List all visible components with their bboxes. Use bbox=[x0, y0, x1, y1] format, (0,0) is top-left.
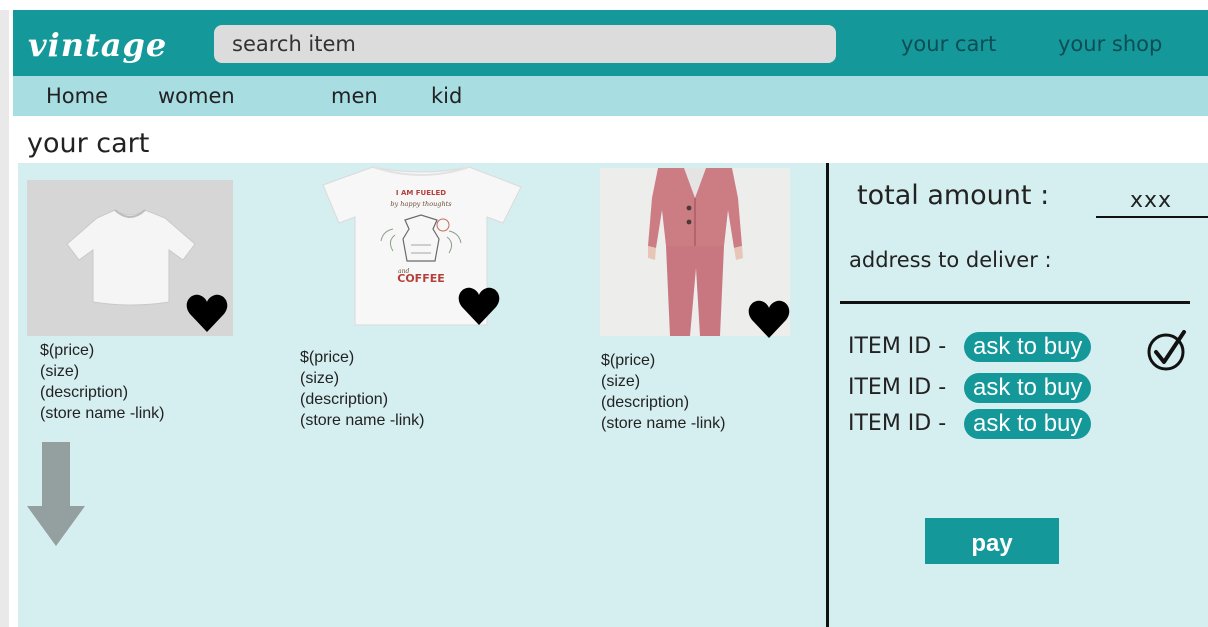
address-input-line[interactable] bbox=[840, 301, 1190, 304]
product-size: (size) bbox=[300, 370, 340, 387]
product-info-2: $(price) (size) (description) (store nam… bbox=[300, 347, 424, 431]
nav-home[interactable]: Home bbox=[46, 84, 108, 108]
header-bar: vintage your cart your shop bbox=[13, 10, 1208, 76]
category-nav: Home women men kid bbox=[13, 76, 1208, 116]
ask-to-buy-button-2[interactable]: ask to buy bbox=[964, 373, 1092, 403]
total-underline bbox=[1096, 216, 1208, 218]
shirt-text-thoughts: by happy thoughts bbox=[390, 200, 452, 208]
your-cart-link[interactable]: your cart bbox=[901, 32, 996, 56]
page-title: your cart bbox=[27, 128, 150, 159]
heart-icon[interactable] bbox=[747, 298, 791, 342]
product-price: $(price) bbox=[40, 342, 95, 359]
product-store-link[interactable]: (store name -link) bbox=[300, 410, 424, 431]
checkmark-icon[interactable] bbox=[1146, 330, 1188, 372]
product-description: (description) bbox=[601, 394, 690, 411]
pay-button[interactable]: pay bbox=[925, 518, 1059, 564]
search-input[interactable] bbox=[214, 25, 836, 63]
shirt-text-coffee: COFFEE bbox=[397, 272, 444, 285]
heart-icon[interactable] bbox=[457, 285, 501, 329]
panel-divider bbox=[826, 163, 829, 627]
logo[interactable]: vintage bbox=[28, 26, 167, 64]
product-info-1: $(price) (size) (description) (store nam… bbox=[40, 340, 164, 424]
ask-to-buy-button-3[interactable]: ask to buy bbox=[964, 409, 1092, 439]
product-price: $(price) bbox=[601, 352, 656, 369]
product-description: (description) bbox=[40, 384, 129, 401]
nav-women[interactable]: women bbox=[158, 84, 235, 108]
item-id-label-3: ITEM ID - bbox=[848, 411, 947, 436]
shirt-text-fueled: I AM FUELED bbox=[396, 189, 446, 197]
product-description: (description) bbox=[300, 391, 389, 408]
product-info-3: $(price) (size) (description) (store nam… bbox=[601, 350, 725, 434]
product-size: (size) bbox=[40, 363, 80, 380]
nav-men[interactable]: men bbox=[331, 84, 378, 108]
heart-icon[interactable] bbox=[185, 292, 229, 336]
down-arrow-icon[interactable] bbox=[27, 442, 85, 546]
product-store-link[interactable]: (store name -link) bbox=[40, 403, 164, 424]
product-price: $(price) bbox=[300, 349, 355, 366]
item-id-label-2: ITEM ID - bbox=[848, 375, 947, 400]
address-label: address to deliver : bbox=[849, 248, 1052, 272]
left-edge bbox=[0, 10, 9, 627]
nav-kid[interactable]: kid bbox=[431, 84, 462, 108]
ask-to-buy-button-1[interactable]: ask to buy bbox=[964, 332, 1092, 362]
total-amount-label: total amount : bbox=[857, 180, 1050, 211]
product-store-link[interactable]: (store name -link) bbox=[601, 413, 725, 434]
item-id-label-1: ITEM ID - bbox=[848, 334, 947, 359]
your-shop-link[interactable]: your shop bbox=[1058, 32, 1162, 56]
total-amount-value: xxx bbox=[1130, 188, 1173, 213]
product-size: (size) bbox=[601, 373, 641, 390]
